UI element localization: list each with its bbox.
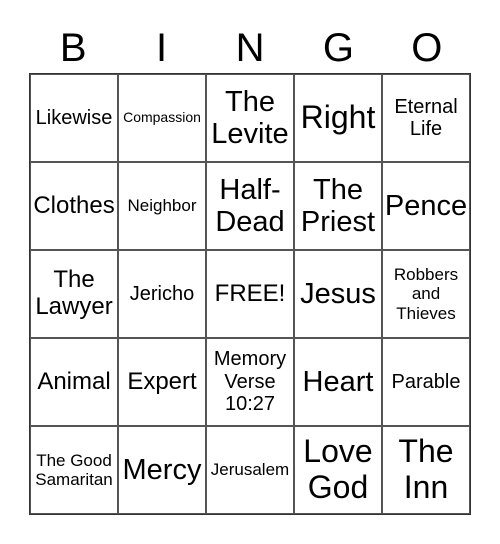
bingo-cell[interactable]: Mercy: [118, 426, 206, 514]
bingo-cell[interactable]: Pence: [382, 162, 470, 250]
bingo-cell[interactable]: Jesus: [294, 250, 382, 338]
header-letter-g: G: [322, 26, 354, 70]
bingo-cell[interactable]: Clothes: [30, 162, 118, 250]
bingo-cell[interactable]: Parable: [382, 338, 470, 426]
bingo-cell[interactable]: Half-Dead: [206, 162, 294, 250]
bingo-cell[interactable]: Right: [294, 74, 382, 162]
bingo-grid: Likewise Compassion The Levite Right Ete…: [29, 73, 471, 515]
bingo-cell[interactable]: Animal: [30, 338, 118, 426]
bingo-cell[interactable]: Compassion: [118, 74, 206, 162]
bingo-cell[interactable]: Memory Verse 10:27: [206, 338, 294, 426]
bingo-cell[interactable]: Eternal Life: [382, 74, 470, 162]
bingo-cell[interactable]: Robbers and Thieves: [382, 250, 470, 338]
bingo-cell[interactable]: Jerusalem: [206, 426, 294, 514]
bingo-cell[interactable]: Jericho: [118, 250, 206, 338]
bingo-cell[interactable]: Likewise: [30, 74, 118, 162]
bingo-cell[interactable]: Love God: [294, 426, 382, 514]
bingo-cell[interactable]: The Inn: [382, 426, 470, 514]
bingo-cell[interactable]: Heart: [294, 338, 382, 426]
header-letter-n: N: [235, 26, 265, 70]
bingo-cell[interactable]: The Priest: [294, 162, 382, 250]
bingo-cell[interactable]: The Lawyer: [30, 250, 118, 338]
bingo-cell[interactable]: The Good Samaritan: [30, 426, 118, 514]
free-space-cell[interactable]: FREE!: [206, 250, 294, 338]
bingo-cell[interactable]: Neighbor: [118, 162, 206, 250]
header-letter-b: B: [59, 26, 87, 70]
header-letter-i: I: [156, 26, 168, 70]
header-letter-o: O: [411, 26, 443, 70]
bingo-cell[interactable]: The Levite: [206, 74, 294, 162]
bingo-header: B I N G O: [29, 24, 471, 72]
bingo-cell[interactable]: Expert: [118, 338, 206, 426]
